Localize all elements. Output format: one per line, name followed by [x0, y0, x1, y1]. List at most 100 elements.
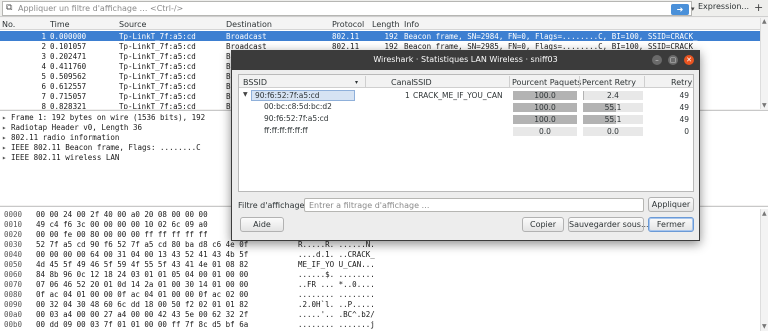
bookmark-icon[interactable]: ⧉: [6, 3, 12, 13]
expression-button[interactable]: Expression...: [698, 2, 749, 11]
hex-ascii[interactable]: R.....R. ......N.: [298, 240, 375, 249]
detail-tree-item[interactable]: ▸ IEEE 802.11 Beacon frame, Flags: .....…: [2, 143, 201, 152]
expand-arrow-icon[interactable]: ▸: [2, 143, 7, 152]
packet-row[interactable]: 1 0.000000 Tp-LinkT_7f:a5:cd Broadcast 802.1…: [0, 31, 760, 41]
scroll-down-icon[interactable]: ▼: [762, 323, 767, 330]
retry-value: 49: [679, 103, 689, 112]
wlan-stats-row[interactable]: 90:f6:52:7f:a5:cd 100.0 55.1 49: [239, 114, 693, 125]
wlan-stats-row[interactable]: ff:ff:ff:ff:ff:ff 0.0 0.0 0: [239, 126, 693, 137]
scroll-up-icon[interactable]: ▲: [762, 18, 767, 25]
hex-ascii[interactable]: ........ ........: [298, 290, 375, 299]
hex-ascii[interactable]: ........ .......j: [298, 320, 375, 329]
hex-bytes[interactable]: 00 32 04 30 48 60 6c dd 18 00 50 f2 02 0…: [36, 300, 248, 309]
chevron-down-icon[interactable]: ▾: [691, 5, 695, 13]
hex-bytes[interactable]: 00 dd 09 00 03 7f 01 01 00 00 ff 7f 8c d…: [36, 320, 248, 329]
hex-bytes[interactable]: 52 7f a5 cd 90 f6 52 7f a5 cd 80 ba d8 c…: [36, 240, 248, 249]
col-channel[interactable]: Canal: [391, 78, 414, 87]
apply-filter-arrow-icon[interactable]: ➜: [671, 4, 689, 15]
hex-row: 00a0 00 03 a4 00 00 27 a4 00 00 42 43 5e …: [2, 310, 758, 320]
expand-arrow-icon[interactable]: ▸: [2, 123, 7, 132]
hex-ascii[interactable]: ..FR ... *..0....: [298, 280, 375, 289]
expand-arrow-icon[interactable]: ▸: [2, 113, 7, 122]
header-divider: [644, 76, 645, 87]
col-length[interactable]: Length: [372, 20, 400, 29]
col-percent-packets[interactable]: Pourcent Paquets: [512, 78, 581, 87]
detail-text: IEEE 802.11 Beacon frame, Flags: .......…: [11, 143, 201, 152]
col-protocol[interactable]: Protocol: [332, 20, 364, 29]
dialog-titlebar[interactable]: Wireshark · Statistiques LAN Wireless · …: [232, 51, 699, 70]
hex-bytes[interactable]: 4d 45 5f 49 46 5f 59 4f 55 5f 43 41 4e 0…: [36, 260, 248, 269]
col-time[interactable]: Time: [50, 20, 70, 29]
expand-arrow-icon[interactable]: ▸: [2, 133, 7, 142]
packet-destination: B: [226, 62, 231, 71]
retry-value: 0: [684, 127, 689, 136]
packet-no: 3: [41, 52, 46, 61]
display-filter-input[interactable]: ⧉ Appliquer un filtre d'affichage … <Ctr…: [2, 1, 695, 16]
hex-bytes[interactable]: 49 c4 f6 3c 00 00 00 00 10 02 6c 09 a0: [36, 220, 208, 229]
expand-arrow-icon[interactable]: ▸: [2, 153, 7, 162]
expand-arrow-icon[interactable]: ▼: [243, 91, 248, 98]
hex-bytes[interactable]: 00 03 a4 00 00 27 a4 00 00 42 43 5e 00 6…: [36, 310, 248, 319]
detail-text: Frame 1: 192 bytes on wire (1536 bits), …: [11, 113, 206, 122]
packet-length: 192: [384, 32, 398, 41]
packet-source: Tp-LinkT_7f:a5:cd: [119, 72, 196, 81]
hex-bytes[interactable]: 00 00 24 00 2f 40 00 a0 20 08 00 00 00: [36, 210, 208, 219]
display-filter-placeholder: Appliquer un filtre d'affichage … <Ctrl-…: [18, 4, 184, 13]
hex-bytes[interactable]: 00 00 fe 00 80 00 00 00 ff ff ff ff ff: [36, 230, 208, 239]
col-retry[interactable]: Retry: [671, 78, 692, 87]
packet-no: 6: [41, 82, 46, 91]
maximize-icon[interactable]: ▢: [668, 55, 678, 65]
wlan-stats-row[interactable]: ▼ 90:f6:52:7f:a5:cd 1 CRACK_ME_IF_YOU_CAN 10…: [239, 90, 693, 101]
col-info[interactable]: Info: [404, 20, 419, 29]
detail-tree-item[interactable]: ▸ Radiotap Header v0, Length 36: [2, 123, 142, 132]
percent-packets-value: 100.0: [534, 103, 556, 112]
bssid-cell[interactable]: 90:f6:52:7f:a5:cd: [251, 90, 355, 101]
scroll-down-icon[interactable]: ▼: [762, 102, 767, 109]
wlan-stats-table[interactable]: BSSID ▾ Canal SSID Pourcent Paquets Perc…: [238, 74, 694, 192]
hex-offset: 0040: [4, 250, 23, 259]
bssid-value: 90:f6:52:7f:a5:cd: [255, 91, 320, 100]
col-ssid[interactable]: SSID: [413, 78, 432, 87]
bssid-cell[interactable]: 00:bc:c8:5d:bc:d2: [261, 102, 341, 113]
minimize-icon[interactable]: –: [652, 55, 662, 65]
bssid-cell[interactable]: 90:f6:52:7f:a5:cd: [261, 114, 341, 125]
detail-tree-item[interactable]: ▸ IEEE 802.11 wireless LAN: [2, 153, 119, 162]
scroll-up-icon[interactable]: ▲: [762, 210, 767, 217]
hex-bytes[interactable]: 84 8b 96 0c 12 18 24 03 01 01 05 04 00 0…: [36, 270, 248, 279]
packet-list-scrollbar[interactable]: ▲ ▼: [760, 18, 768, 109]
bytes-scrollbar[interactable]: ▲ ▼: [760, 209, 768, 331]
dialog-filter-input[interactable]: Entrer a filtrage d'affichage …: [304, 198, 644, 212]
hex-ascii[interactable]: ......$. ........: [298, 270, 375, 279]
hex-bytes[interactable]: 07 06 46 52 20 01 0d 14 2a 01 00 30 14 0…: [36, 280, 248, 289]
save-as-button[interactable]: Sauvegarder sous...: [568, 217, 649, 232]
detail-tree-item[interactable]: ▸ Frame 1: 192 bytes on wire (1536 bits)…: [2, 113, 205, 122]
col-destination[interactable]: Destination: [226, 20, 272, 29]
wlan-stats-row[interactable]: 00:bc:c8:5d:bc:d2 100.0 55.1 49: [239, 102, 693, 113]
hex-ascii[interactable]: .2.0H`l. ..P.....: [298, 300, 375, 309]
bssid-cell[interactable]: ff:ff:ff:ff:ff:ff: [261, 126, 341, 137]
help-button[interactable]: Aide: [240, 217, 284, 232]
packet-time: 0.202471: [50, 52, 87, 61]
hex-ascii[interactable]: ....d.1. ..CRACK_: [298, 250, 375, 259]
close-icon[interactable]: ✕: [684, 55, 694, 65]
apply-button[interactable]: Appliquer: [648, 197, 694, 212]
col-source[interactable]: Source: [119, 20, 146, 29]
detail-tree-item[interactable]: ▸ 802.11 radio information: [2, 133, 119, 142]
close-button[interactable]: Fermer: [648, 217, 694, 232]
dialog-filter-placeholder: Entrer a filtrage d'affichage …: [309, 201, 430, 210]
hex-bytes[interactable]: 0f ac 04 01 00 00 0f ac 04 01 00 00 0f a…: [36, 290, 248, 299]
hex-bytes[interactable]: 00 00 00 00 64 00 31 04 00 13 43 52 41 4…: [36, 250, 248, 259]
hex-offset: 0090: [4, 300, 23, 309]
hex-ascii[interactable]: .....'.. .BC^.b2/: [298, 310, 375, 319]
col-no[interactable]: No.: [2, 20, 15, 29]
packet-source: Tp-LinkT_7f:a5:cd: [119, 42, 196, 51]
col-bssid[interactable]: BSSID: [243, 78, 267, 87]
hex-row: 0080 0f ac 04 01 00 00 0f ac 04 01 00 00 …: [2, 290, 758, 300]
add-filter-button[interactable]: +: [754, 1, 763, 14]
hex-ascii[interactable]: ME_IF_YO U_CAN...: [298, 260, 375, 269]
packet-no: 2: [41, 42, 46, 51]
copy-button[interactable]: Copier: [522, 217, 564, 232]
col-percent-retry[interactable]: Percent Retry: [582, 78, 636, 87]
packet-destination: B: [226, 52, 231, 61]
hex-offset: 00b0: [4, 320, 23, 329]
